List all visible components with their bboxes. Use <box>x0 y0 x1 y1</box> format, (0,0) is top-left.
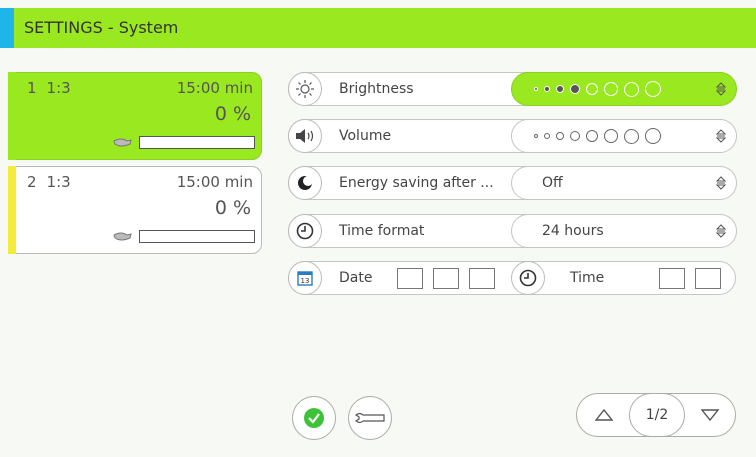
page-title: SETTINGS - System <box>24 18 179 37</box>
pour-icon <box>113 138 132 147</box>
level-dot <box>544 133 550 139</box>
time-format-label: Time format <box>339 223 425 239</box>
level-dot <box>624 128 639 144</box>
level-dot <box>570 131 580 141</box>
date-day-field[interactable] <box>397 268 423 289</box>
time-format-row: Time format 24 hours <box>288 214 737 248</box>
brightness-label: Brightness <box>339 81 414 97</box>
sun-icon <box>288 72 322 106</box>
brightness-level-dots <box>534 73 661 105</box>
channel-card-1[interactable]: 1 1:3 15:00 min 0 % <box>8 72 262 160</box>
up-down-arrows-icon <box>716 224 726 238</box>
up-down-arrows-icon <box>716 129 726 143</box>
volume-label: Volume <box>339 128 392 144</box>
date-month-field[interactable] <box>433 268 459 289</box>
level-dot <box>645 128 661 144</box>
energy-saving-label: Energy saving after ... <box>339 175 494 191</box>
brightness-selector[interactable] <box>511 72 737 106</box>
channel-percent: 0 % <box>214 197 251 219</box>
header-bar: SETTINGS - System <box>0 8 756 48</box>
clock-icon <box>511 261 545 295</box>
channel-stripe <box>8 166 16 254</box>
channel-duration: 15:00 min <box>176 79 253 97</box>
moon-icon <box>288 166 322 200</box>
level-dot <box>534 134 538 138</box>
level-dot <box>534 87 538 91</box>
up-down-arrows-icon <box>716 176 726 190</box>
level-dot <box>556 132 564 140</box>
level-dot <box>624 81 639 97</box>
pager: 1/2 <box>576 393 736 437</box>
energy-saving-selector[interactable]: Off <box>511 166 737 200</box>
time-hour-field[interactable] <box>659 268 685 289</box>
time-minute-field[interactable] <box>695 268 721 289</box>
energy-saving-value: Off <box>542 175 563 191</box>
level-dot <box>586 130 598 142</box>
channel-percent: 0 % <box>214 103 251 125</box>
calendar-day: 13 <box>301 277 310 285</box>
volume-row: Volume <box>288 119 737 153</box>
service-button[interactable] <box>348 396 392 440</box>
time-label: Time <box>570 270 605 286</box>
time-format-selector[interactable]: 24 hours <box>511 214 737 248</box>
volume-level-dots <box>534 120 661 152</box>
level-dot <box>586 83 598 95</box>
level-dot <box>544 86 550 92</box>
channel-ratio: 1:3 <box>46 173 71 191</box>
confirm-button[interactable] <box>292 396 336 440</box>
time-format-value: 24 hours <box>542 223 604 239</box>
channel-duration: 15:00 min <box>176 173 253 191</box>
date-time-row: 13 Date Time <box>288 261 736 295</box>
progress-bar <box>139 136 255 149</box>
date-label: Date <box>339 270 373 286</box>
up-down-arrows-icon <box>716 82 726 96</box>
clock-icon <box>288 214 322 248</box>
channel-number: 1 <box>27 79 37 97</box>
page-up-button[interactable] <box>595 408 613 422</box>
channel-card-2[interactable]: 2 1:3 15:00 min 0 % <box>8 166 262 254</box>
pour-icon <box>113 232 132 241</box>
header-accent <box>0 8 14 48</box>
calendar-icon: 13 <box>288 261 322 295</box>
level-dot <box>556 85 564 93</box>
progress-bar <box>139 230 255 243</box>
energy-saving-row: Energy saving after ... Off <box>288 166 737 200</box>
brightness-row: Brightness <box>288 72 737 106</box>
level-dot <box>645 81 661 97</box>
channel-header: 2 1:3 <box>27 173 71 191</box>
level-dot <box>570 84 580 94</box>
speaker-icon <box>288 119 322 153</box>
wrench-icon <box>354 412 385 424</box>
channel-number: 2 <box>27 173 37 191</box>
channel-stripe <box>8 72 16 160</box>
channel-ratio: 1:3 <box>46 79 71 97</box>
date-year-field[interactable] <box>469 268 495 289</box>
volume-selector[interactable] <box>511 119 737 153</box>
level-dot <box>604 82 618 96</box>
page-down-button[interactable] <box>701 408 719 422</box>
level-dot <box>604 129 618 143</box>
page-indicator: 1/2 <box>629 393 685 437</box>
channel-header: 1 1:3 <box>27 79 71 97</box>
check-icon <box>304 408 324 428</box>
